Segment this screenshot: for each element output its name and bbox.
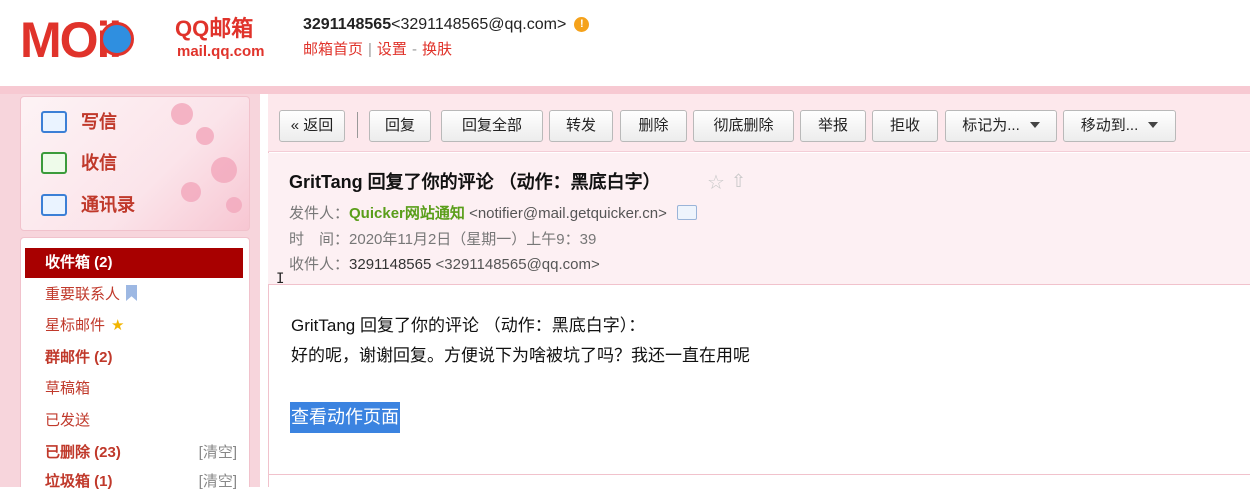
recipient-name: 3291148565 <box>349 256 432 273</box>
contacts-button[interactable]: 通讯录 <box>41 190 135 220</box>
reply-button[interactable]: 回复 <box>369 110 431 142</box>
mail-body-line: GritTang 回复了你的评论 （动作：黑底白字）： <box>291 316 646 335</box>
move-to-dropdown[interactable]: 移动到... <box>1063 110 1176 142</box>
folder-spam[interactable]: 垃圾箱 (1) [清空] <box>25 467 243 497</box>
folder-label: 已删除 (23) <box>45 444 121 461</box>
contacts-label: 通讯录 <box>81 195 135 215</box>
view-action-link[interactable]: 查看动作页面 <box>290 402 400 433</box>
link-separator: - <box>411 41 417 58</box>
blossom-decoration <box>171 103 193 125</box>
sender-address: <notifier@mail.getquicker.cn> <box>469 205 667 222</box>
delete-permanent-button[interactable]: 彻底删除 <box>693 110 794 142</box>
contacts-icon <box>41 194 67 216</box>
folder-label: 星标邮件 <box>45 317 106 334</box>
header-divider <box>0 86 1250 94</box>
logo-qq: QQ邮箱 <box>175 16 254 41</box>
folder-label: 垃圾箱 (1) <box>45 473 113 490</box>
folder-label: 草稿箱 <box>45 380 91 397</box>
link-change-skin[interactable]: 换肤 <box>422 41 452 58</box>
report-button[interactable]: 举报 <box>800 110 866 142</box>
sender-name[interactable]: Quicker网站通知 <box>349 205 465 222</box>
blossom-decoration <box>211 157 237 183</box>
blossom-decoration <box>196 127 214 145</box>
delete-button[interactable]: 删除 <box>620 110 687 142</box>
quick-actions-panel: 写信 收信 通讯录 <box>20 96 250 231</box>
blossom-decoration <box>181 182 201 202</box>
sidebar: 写信 收信 通讯录 收件箱 (2) 重要联系人 星标邮件 ★ 群邮件 (2) 草稿… <box>0 94 260 490</box>
folder-label: 已发送 <box>45 412 91 429</box>
chevron-down-icon <box>1029 122 1040 128</box>
user-email: <3291148565@qq.com> <box>391 16 567 33</box>
mail-subject: GritTang 回复了你的评论 （动作：黑底白字） <box>289 172 661 192</box>
clear-deleted-link[interactable]: [清空] <box>199 438 237 468</box>
to-label: 收件人： <box>289 256 350 273</box>
folder-deleted[interactable]: 已删除 (23) [清空] <box>25 438 243 468</box>
star-outline-icon[interactable]: ☆ <box>707 170 725 194</box>
folder-label: 重要联系人 <box>45 286 121 303</box>
top-links: 邮箱首页 | 设置 - 换肤 <box>303 40 452 60</box>
from-label: 发件人： <box>289 205 350 222</box>
sender-row: 发件人：Quicker网站通知 <notifier@mail.getquicke… <box>289 203 697 225</box>
link-mail-home[interactable]: 邮箱首页 <box>303 41 363 58</box>
mail-toolbar: « 返回 回复 回复全部 转发 删除 彻底删除 举报 拒收 标记为... 移动到… <box>268 94 1250 152</box>
blossom-decoration <box>226 197 242 213</box>
link-settings[interactable]: 设置 <box>377 41 407 58</box>
folder-label: 收件箱 (2) <box>45 254 113 271</box>
star-icon: ★ <box>111 317 125 334</box>
logo-domain: mail.qq.com <box>177 43 265 60</box>
mark-as-dropdown[interactable]: 标记为... <box>945 110 1057 142</box>
time-label: 时 间： <box>289 231 350 248</box>
chevron-down-icon <box>1148 122 1159 128</box>
back-button[interactable]: « 返回 <box>279 110 345 142</box>
receive-label: 收信 <box>81 153 117 173</box>
folder-group-mail[interactable]: 群邮件 (2) <box>25 343 243 373</box>
folder-sent[interactable]: 已发送 <box>25 406 243 436</box>
warning-icon[interactable]: ! <box>574 17 590 33</box>
receive-button[interactable]: 收信 <box>41 148 117 178</box>
mark-as-label: 标记为... <box>962 117 1020 134</box>
folder-drafts[interactable]: 草稿箱 <box>25 374 243 404</box>
compose-icon <box>41 111 67 133</box>
user-name: 3291148565 <box>303 16 392 33</box>
forward-button[interactable]: 转发 <box>549 110 613 142</box>
folder-label: 群邮件 (2) <box>45 349 113 366</box>
clear-spam-link[interactable]: [清空] <box>199 467 237 497</box>
recipient-row: 收件人：3291148565 <3291148565@qq.com> <box>289 254 600 276</box>
compose-button[interactable]: 写信 <box>41 107 117 137</box>
folder-list: 收件箱 (2) 重要联系人 星标邮件 ★ 群邮件 (2) 草稿箱 已发送 已删除 … <box>20 237 250 490</box>
folder-starred[interactable]: 星标邮件 ★ <box>25 311 243 341</box>
inbox-download-icon <box>41 152 67 174</box>
contact-card-icon[interactable] <box>676 205 697 220</box>
move-to-label: 移动到... <box>1080 117 1139 134</box>
folder-inbox[interactable]: 收件箱 (2) <box>25 248 243 278</box>
user-account-line: 3291148565<3291148565@qq.com>! <box>303 14 590 36</box>
bell-icon <box>100 22 134 56</box>
mail-divider <box>268 474 1250 475</box>
text-cursor-icon: I <box>276 271 285 287</box>
folder-important-contacts[interactable]: 重要联系人 <box>25 280 243 310</box>
qq-mail-logo[interactable]: MOil QQ邮箱 mail.qq.com <box>20 10 280 70</box>
share-icon[interactable]: ⇧ <box>731 170 746 194</box>
mail-body-line: 好的呢，谢谢回复。方便说下为啥被坑了吗？我还一直在用呢 <box>291 346 750 365</box>
time-row: 时 间：2020年11月2日（星期一）上午9：39 <box>289 229 596 251</box>
reject-button[interactable]: 拒收 <box>872 110 938 142</box>
reply-all-button[interactable]: 回复全部 <box>441 110 543 142</box>
toolbar-separator <box>357 112 358 138</box>
compose-label: 写信 <box>81 112 117 132</box>
recipient-address: <3291148565@qq.com> <box>435 256 600 273</box>
link-separator: | <box>368 41 372 58</box>
header: MOil QQ邮箱 mail.qq.com 3291148565<3291148… <box>0 0 1250 86</box>
bookmark-icon <box>126 285 138 301</box>
time-value: 2020年11月2日（星期一）上午9：39 <box>349 231 597 248</box>
